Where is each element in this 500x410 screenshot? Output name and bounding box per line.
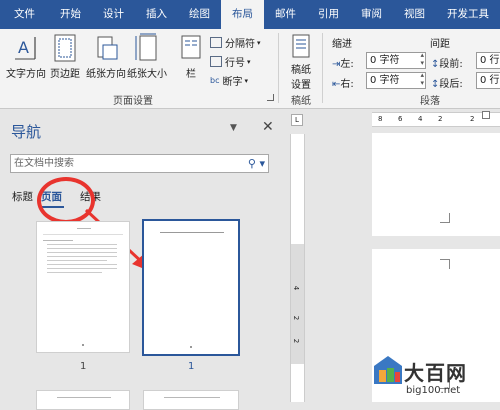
chevron-down-icon: ▾ <box>257 38 261 47</box>
indent-left-label: ⇥左: <box>332 59 354 70</box>
spacing-before-input[interactable]: 0 行 <box>476 52 500 69</box>
tab-references[interactable]: 引用 <box>307 0 350 29</box>
nav-title: 导航 <box>11 123 42 141</box>
manuscript-group-label: 稿纸 <box>291 96 311 107</box>
breaks-icon <box>210 37 222 48</box>
hyphenation-button[interactable]: bc 断字 ▾ <box>210 73 248 88</box>
paragraph-group-label: 段落 <box>420 96 440 107</box>
ribbon-tab-bar: 文件 开始 设计 插入 绘图 布局 邮件 引用 审阅 视图 开发工具 <box>0 0 500 30</box>
tab-mailings[interactable]: 邮件 <box>264 0 307 29</box>
margins-button[interactable]: 页边距 <box>50 33 80 80</box>
search-icon[interactable]: ⚲ ▾ <box>248 155 265 172</box>
nav-search-input[interactable]: 在文档中搜索 ⚲ ▾ <box>10 154 269 173</box>
dialog-launcher-icon[interactable] <box>267 94 274 101</box>
watermark: 大百网 big100.net <box>372 352 500 402</box>
tab-layout[interactable]: 布局 <box>221 0 264 30</box>
spacing-after-label: ↕段后: <box>431 79 463 90</box>
line-numbers-icon <box>210 56 222 67</box>
chevron-down-icon: ▼ <box>230 123 237 133</box>
text-direction-icon: A <box>13 33 39 63</box>
horizontal-ruler: 8 6 4 2 2 <box>372 111 500 127</box>
close-icon: ✕ <box>262 119 274 135</box>
text-direction-label: 文字方向 <box>6 69 46 80</box>
page-thumbnail[interactable] <box>36 390 130 410</box>
ribbon-separator <box>322 33 323 103</box>
breaks-label: 分隔符 <box>225 39 255 50</box>
page-thumbnail[interactable] <box>143 390 239 410</box>
spacing-after-input[interactable]: 0 行 <box>476 72 500 89</box>
tab-selector[interactable]: L <box>291 114 303 126</box>
manuscript-setup-label: 设置 <box>291 80 311 91</box>
indent-right-label: ⇤右: <box>332 79 354 90</box>
chevron-down-icon: ▾ <box>247 57 251 66</box>
svg-text:A: A <box>18 38 29 57</box>
spacing-header: 间距 <box>430 39 450 50</box>
nav-close-button[interactable]: ✕ <box>262 119 274 135</box>
orientation-icon <box>93 33 119 63</box>
indent-left-input[interactable]: 0 字符 <box>366 51 426 69</box>
columns-button[interactable]: 栏 <box>178 33 204 80</box>
margins-label: 页边距 <box>50 69 80 80</box>
watermark-title: 大百网 <box>404 361 467 385</box>
line-numbers-label: 行号 <box>225 58 245 69</box>
columns-label: 栏 <box>186 69 196 80</box>
tab-draw[interactable]: 绘图 <box>178 0 221 29</box>
size-button[interactable]: 纸张大小 <box>127 33 167 80</box>
page-thumbnail[interactable] <box>36 221 130 353</box>
tab-design[interactable]: 设计 <box>92 0 135 29</box>
manuscript-label: 稿纸 <box>291 65 311 76</box>
document-page[interactable] <box>372 133 500 236</box>
watermark-logo-icon <box>374 356 402 384</box>
hyphenation-label: 断字 <box>222 77 243 88</box>
tab-developer[interactable]: 开发工具 <box>436 0 500 29</box>
indent-right-input[interactable]: 0 字符 <box>366 71 426 89</box>
nav-options-dropdown[interactable]: ▼ <box>230 123 237 133</box>
page-thumbnail-number: 1 <box>80 361 87 372</box>
margins-icon <box>52 33 78 63</box>
ribbon-separator <box>278 33 279 103</box>
tab-headings[interactable]: 标题 <box>12 189 33 204</box>
spacing-before-label: ↕段前: <box>431 59 463 70</box>
columns-icon <box>178 33 204 63</box>
hyphenation-icon: bc <box>210 76 220 85</box>
page-thumbnail-number: 1 <box>188 361 195 372</box>
manuscript-icon <box>288 33 314 59</box>
text-direction-button[interactable]: A 文字方向 <box>6 33 46 80</box>
tab-insert[interactable]: 插入 <box>135 0 178 29</box>
navigation-pane: 导航 ▼ ✕ 在文档中搜索 ⚲ ▾ 标题 页面 结果 1 1 <box>0 109 280 410</box>
line-numbers-button[interactable]: 行号 ▾ <box>210 54 251 69</box>
page-thumbnail-selected[interactable] <box>142 219 240 356</box>
size-label: 纸张大小 <box>127 69 167 80</box>
tab-view[interactable]: 视图 <box>393 0 436 29</box>
orientation-button[interactable]: 纸张方向 <box>86 33 126 80</box>
indent-header: 缩进 <box>332 39 352 50</box>
tab-review[interactable]: 审阅 <box>350 0 393 29</box>
watermark-url: big100.net <box>406 385 461 396</box>
search-placeholder: 在文档中搜索 <box>14 158 74 169</box>
breaks-button[interactable]: 分隔符 ▾ <box>210 35 261 50</box>
tab-file[interactable]: 文件 <box>0 0 49 29</box>
vertical-ruler: 4 2 2 <box>290 134 305 402</box>
ribbon-layout: A 文字方向 页边距 纸张方向 纸张大小 栏 分隔符 ▾ 行号 ▾ bc 断字 ▾ 页面… <box>0 29 500 109</box>
orientation-label: 纸张方向 <box>86 69 126 80</box>
page-setup-group-label: 页面设置 <box>113 96 153 107</box>
indent-marker[interactable] <box>482 111 490 119</box>
page-size-icon <box>134 33 160 63</box>
manuscript-setup-button[interactable]: 稿纸 设置 <box>288 33 314 91</box>
chevron-down-icon: ▾ <box>244 76 248 85</box>
tab-home[interactable]: 开始 <box>49 0 92 29</box>
